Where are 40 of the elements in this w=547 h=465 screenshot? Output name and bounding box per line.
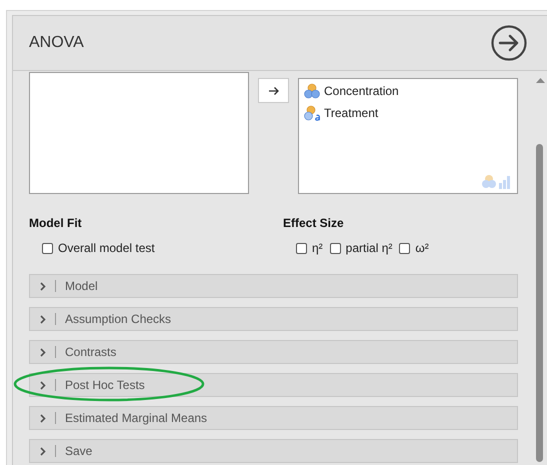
section-header[interactable]: Save (29, 439, 518, 463)
checkbox[interactable] (296, 242, 307, 254)
section-header[interactable]: Estimated Marginal Means (29, 406, 518, 430)
nominal-variable-icon (304, 83, 320, 99)
checkbox[interactable] (330, 242, 341, 254)
right-arrow-icon (268, 86, 280, 96)
section-header[interactable]: Assumption Checks (29, 307, 518, 331)
section-title: Estimated Marginal Means (65, 410, 208, 427)
move-arrow-button[interactable] (258, 78, 289, 103)
fixed-factors-list[interactable]: Concentration Treatment (298, 78, 518, 194)
section-header[interactable]: Post Hoc Tests (29, 373, 518, 397)
model-fit-heading: Model Fit (29, 215, 83, 232)
chevron-icon (40, 282, 46, 290)
option-label: partial η² (346, 240, 392, 257)
panel-title: ANOVA (29, 33, 84, 53)
section-title: Model (65, 278, 98, 295)
option-label: η² (312, 240, 323, 257)
chevron-icon (40, 314, 46, 324)
checkbox[interactable] (399, 242, 410, 254)
section-title: Assumption Checks (65, 311, 172, 328)
section-header[interactable]: Contrasts (29, 340, 518, 364)
chevron-icon (40, 414, 46, 422)
effect-size-heading: Effect Size (283, 215, 345, 232)
scroll-thumb[interactable] (536, 144, 543, 462)
section-title: Save (65, 443, 92, 460)
scroll-up-icon[interactable] (536, 77, 545, 83)
chevron-icon (40, 380, 46, 390)
chevron-icon (40, 348, 46, 356)
variable-types-icon (482, 173, 512, 189)
section-title: Contrasts (65, 344, 116, 361)
chevron-icon (40, 446, 46, 456)
checkbox[interactable] (42, 242, 53, 254)
section-title: Post Hoc Tests (65, 377, 145, 394)
option-label: Overall model test (58, 240, 155, 257)
option-label: ω² (415, 240, 429, 257)
factor-name[interactable]: Concentration (324, 82, 399, 100)
section-header[interactable]: Model (29, 274, 518, 298)
factor-name[interactable]: Treatment (324, 104, 378, 122)
variables-list[interactable] (29, 72, 249, 194)
nominal-text-icon (304, 105, 320, 121)
